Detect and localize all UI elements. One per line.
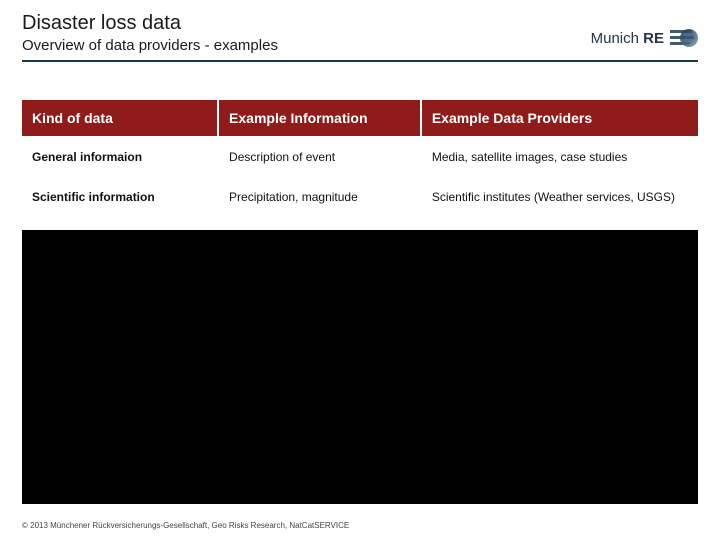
cell-info: Description of event [218,137,421,177]
cell-kind: General informaion [22,137,218,177]
cell-providers: Scientific institutes (Weather services,… [421,177,698,216]
table-row: Scientific information Precipitation, ma… [22,177,698,216]
cell-providers: Media, satellite images, case studies [421,137,698,177]
brand-text-right: RE [643,30,664,47]
col-header-kind: Kind of data [22,100,218,137]
brand-text: Munich RE [591,30,664,47]
brand-logo: Munich RE [591,28,698,48]
brand-mark-icon [670,28,698,48]
table-header-row: Kind of data Example Information Example… [22,100,698,137]
data-providers-table: Kind of data Example Information Example… [22,100,698,216]
footer-copyright: © 2013 Münchener Rückversicherungs-Gesel… [22,521,349,530]
col-header-providers: Example Data Providers [421,100,698,137]
header-divider [22,60,698,62]
table-row: General informaion Description of event … [22,137,698,177]
cell-info: Precipitation, magnitude [218,177,421,216]
brand-text-left: Munich [591,30,639,47]
slide: Disaster loss data Overview of data prov… [0,0,720,540]
dark-fill-area [22,230,698,504]
col-header-info: Example Information [218,100,421,137]
cell-kind: Scientific information [22,177,218,216]
